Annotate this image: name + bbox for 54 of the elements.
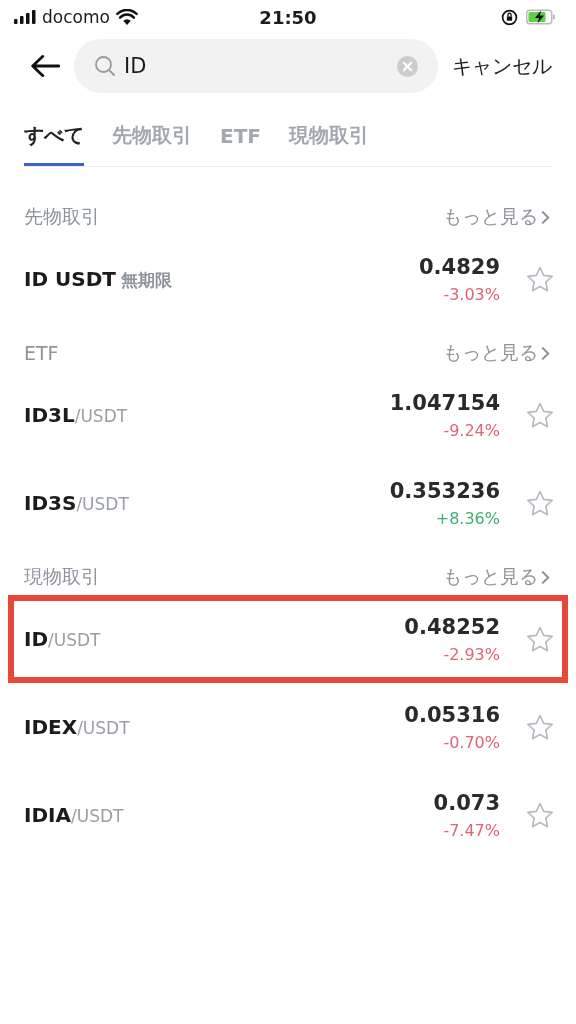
- quote-currency: /USDT: [74, 406, 128, 426]
- market-row[interactable]: IDEX/USDT 0.05316 -0.70%: [8, 683, 568, 771]
- price: 1.047154: [389, 390, 500, 415]
- star-icon[interactable]: [526, 625, 554, 653]
- orientation-lock-icon: [501, 8, 518, 26]
- chevron-right-icon: [541, 569, 550, 585]
- section-title: 現物取引: [24, 564, 100, 589]
- battery-charging-icon: [526, 9, 556, 25]
- price: 0.48252: [404, 614, 500, 639]
- signal-icon: [14, 10, 36, 24]
- section-title: ETF: [24, 342, 59, 364]
- quote-currency: /USDT: [77, 718, 130, 738]
- market-row[interactable]: ID/USDT 0.48252 -2.93%: [8, 595, 568, 683]
- change-percent: -9.24%: [443, 420, 500, 440]
- symbol-name: ID: [24, 627, 49, 651]
- change-percent: -0.70%: [443, 732, 500, 752]
- star-icon[interactable]: [526, 265, 554, 293]
- star-icon[interactable]: [526, 401, 554, 429]
- price: 0.073: [433, 790, 500, 815]
- chevron-right-icon: [541, 345, 550, 361]
- price: 0.05316: [404, 702, 500, 727]
- clock-time: 21:50: [259, 6, 317, 28]
- symbol-name: ID3S: [24, 491, 77, 515]
- symbol-name: IDIA: [24, 803, 71, 827]
- change-percent: -7.47%: [443, 820, 500, 840]
- cancel-button[interactable]: キャンセル: [452, 52, 552, 80]
- symbol-name: ID USDT: [24, 266, 116, 291]
- search-field[interactable]: ID: [74, 39, 438, 93]
- quote-currency: /USDT: [48, 630, 101, 650]
- quote-currency: /USDT: [76, 494, 129, 514]
- market-row[interactable]: ID USDT 無期限 0.4829 -3.03%: [8, 235, 568, 323]
- change-percent: +8.36%: [435, 508, 500, 528]
- symbol-name: ID3L: [24, 403, 75, 427]
- search-icon: [94, 55, 116, 77]
- back-arrow-icon[interactable]: [30, 54, 60, 78]
- tab[interactable]: すべて: [24, 116, 84, 166]
- symbol-name: IDEX: [24, 715, 78, 739]
- chevron-right-icon: [541, 209, 550, 225]
- change-percent: -2.93%: [443, 644, 500, 664]
- clear-icon[interactable]: [397, 55, 418, 77]
- contract-tag: 無期限: [120, 268, 172, 292]
- change-percent: -3.03%: [443, 284, 500, 304]
- section-title: 先物取引: [24, 204, 100, 229]
- price: 0.4829: [418, 254, 500, 279]
- market-row[interactable]: IDIA/USDT 0.073 -7.47%: [8, 771, 568, 859]
- star-icon[interactable]: [526, 713, 554, 741]
- star-icon[interactable]: [526, 801, 554, 829]
- market-row[interactable]: ID3S/USDT 0.353236 +8.36%: [8, 459, 568, 547]
- wifi-icon: [115, 9, 138, 25]
- quote-currency: /USDT: [70, 806, 124, 826]
- price: 0.353236: [389, 478, 500, 503]
- carrier-name: docomo: [42, 7, 110, 27]
- star-icon[interactable]: [526, 489, 554, 517]
- market-row[interactable]: ID3L/USDT 1.047154 -9.24%: [8, 371, 568, 459]
